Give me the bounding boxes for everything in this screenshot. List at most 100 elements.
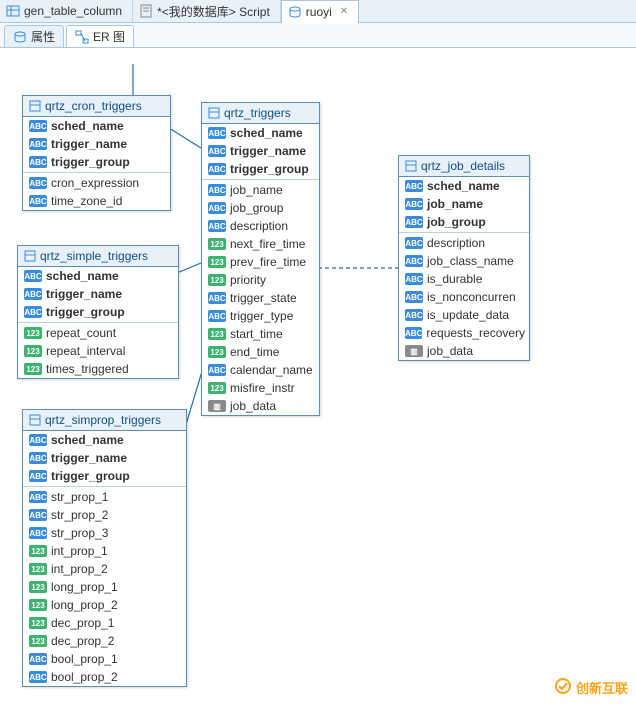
column-name: job_data [427, 344, 473, 358]
column-row: 123start_time [202, 325, 319, 343]
column-name: bool_prop_1 [51, 652, 118, 666]
type-badge-123: 123 [29, 599, 47, 611]
entity-title: qrtz_triggers [224, 106, 291, 120]
column-row: ABCtime_zone_id [23, 192, 170, 210]
column-row: ABCsched_name [18, 267, 178, 285]
column-row: ABCcron_expression [23, 174, 170, 192]
column-row: ABCtrigger_group [202, 160, 319, 178]
type-badge-bin: ▥ [405, 345, 423, 357]
column-name: trigger_group [51, 469, 130, 483]
column-row: 123repeat_interval [18, 342, 178, 360]
column-name: description [427, 236, 485, 250]
column-row: ABCsched_name [202, 124, 319, 142]
column-name: trigger_state [230, 291, 297, 305]
type-badge-123: 123 [24, 345, 42, 357]
type-badge-abc: ABC [208, 292, 226, 304]
column-name: misfire_instr [230, 381, 295, 395]
column-name: is_nonconcurren [427, 290, 516, 304]
column-name: trigger_name [51, 451, 127, 465]
tab-label: ruoyi [306, 5, 332, 19]
type-badge-123: 123 [208, 274, 226, 286]
column-row: 123 repeat_count [18, 324, 178, 342]
er-canvas[interactable]: qrtz_cron_triggers ABCsched_name ABCtrig… [0, 48, 636, 704]
entity-title: qrtz_simple_triggers [40, 249, 148, 263]
column-row: ABCjob_name [202, 181, 319, 199]
type-badge-abc: ABC [29, 195, 47, 207]
column-row: 123dec_prop_2 [23, 632, 186, 650]
column-name: job_class_name [427, 254, 514, 268]
column-row: ABCjob_group [202, 199, 319, 217]
table-icon [405, 160, 417, 172]
column-name: times_triggered [46, 362, 129, 376]
entity-header: qrtz_cron_triggers [23, 96, 170, 117]
type-badge-123: 123 [208, 238, 226, 250]
subtab-label: 属性 [31, 28, 55, 45]
editor-tabbar: gen_table_column *<我的数据库> Script ruoyi ✕ [0, 0, 636, 23]
column-row: ABCtrigger_name [18, 285, 178, 303]
column-name: int_prop_2 [51, 562, 108, 576]
type-badge-123: 123 [208, 256, 226, 268]
column-row: ABC is_nonconcurren [399, 288, 529, 306]
column-name: job_data [230, 399, 276, 413]
column-row: ABCbool_prop_2 [23, 668, 186, 686]
column-row: ABCstr_prop_1 [23, 488, 186, 506]
column-name: trigger_group [230, 162, 309, 176]
entity-header: qrtz_simple_triggers [18, 246, 178, 267]
type-badge-abc: ABC [29, 527, 47, 539]
column-name: str_prop_2 [51, 508, 108, 522]
db-icon [288, 5, 302, 19]
entity-qrtz-cron-triggers[interactable]: qrtz_cron_triggers ABCsched_name ABC trig… [22, 95, 171, 211]
column-row: ABCis_update_data [399, 306, 529, 324]
column-name: sched_name [427, 179, 500, 193]
column-name: start_time [230, 327, 283, 341]
column-name: cron_expression [51, 176, 139, 190]
entity-title: qrtz_simprop_triggers [45, 413, 161, 427]
column-name: repeat_count [46, 326, 116, 340]
tab-script[interactable]: *<我的数据库> Script [133, 0, 281, 22]
type-badge-123: 123 [24, 327, 42, 339]
column-row: 123dec_prop_1 [23, 614, 186, 632]
tab-label: *<我的数据库> Script [157, 3, 270, 20]
type-badge-abc: ABC [29, 671, 47, 683]
type-badge-abc: ABC [405, 255, 423, 267]
column-row: ABCtrigger_group [23, 467, 186, 485]
tab-ruoyi[interactable]: ruoyi ✕ [281, 0, 359, 24]
type-badge-abc: ABC [405, 291, 423, 303]
script-icon [139, 4, 153, 18]
column-name: trigger_group [51, 155, 130, 169]
column-name: dec_prop_2 [51, 634, 114, 648]
type-badge-abc: ABC [405, 198, 423, 210]
column-row: ABCsched_name [23, 117, 170, 135]
entity-header: qrtz_job_details [399, 156, 529, 177]
column-name: dec_prop_1 [51, 616, 114, 630]
type-badge-abc: ABC [405, 216, 423, 228]
table-icon [6, 4, 20, 18]
sub-tabbar: 属性 ER 图 [0, 23, 636, 48]
column-name: calendar_name [230, 363, 313, 377]
db-icon [13, 30, 27, 44]
column-name: job_name [427, 197, 483, 211]
entity-qrtz-simprop-triggers[interactable]: qrtz_simprop_triggers ABCsched_name ABCt… [22, 409, 187, 687]
column-name: is_durable [427, 272, 482, 286]
tab-gen-table-column[interactable]: gen_table_column [0, 0, 133, 22]
type-badge-abc: ABC [208, 127, 226, 139]
subtab-er-diagram[interactable]: ER 图 [66, 25, 134, 47]
entity-qrtz-simple-triggers[interactable]: qrtz_simple_triggers ABCsched_name ABCtr… [17, 245, 179, 379]
close-icon[interactable]: ✕ [340, 6, 348, 17]
column-row: 123int_prop_2 [23, 560, 186, 578]
type-badge-abc: ABC [208, 184, 226, 196]
entity-qrtz-job-details[interactable]: qrtz_job_details ABC sched_name ABC job_na… [398, 155, 530, 361]
column-row: ABCrequests_recovery [399, 324, 529, 342]
watermark-text: 创新互联 [576, 678, 628, 697]
type-badge-abc: ABC [208, 202, 226, 214]
type-badge-abc: ABC [29, 653, 47, 665]
column-row: 123long_prop_1 [23, 578, 186, 596]
subtab-properties[interactable]: 属性 [4, 25, 64, 47]
entity-columns: ABCsched_name ABCjob_name ABCjob_group A… [399, 177, 529, 360]
entity-qrtz-triggers[interactable]: qrtz_triggers ABCsched_name ABCtrigger_n… [201, 102, 320, 416]
column-name: end_time [230, 345, 279, 359]
column-name: prev_fire_time [230, 255, 306, 269]
type-badge-123: 123 [29, 581, 47, 593]
type-badge-abc: ABC [24, 270, 42, 282]
type-badge-123: 123 [208, 382, 226, 394]
